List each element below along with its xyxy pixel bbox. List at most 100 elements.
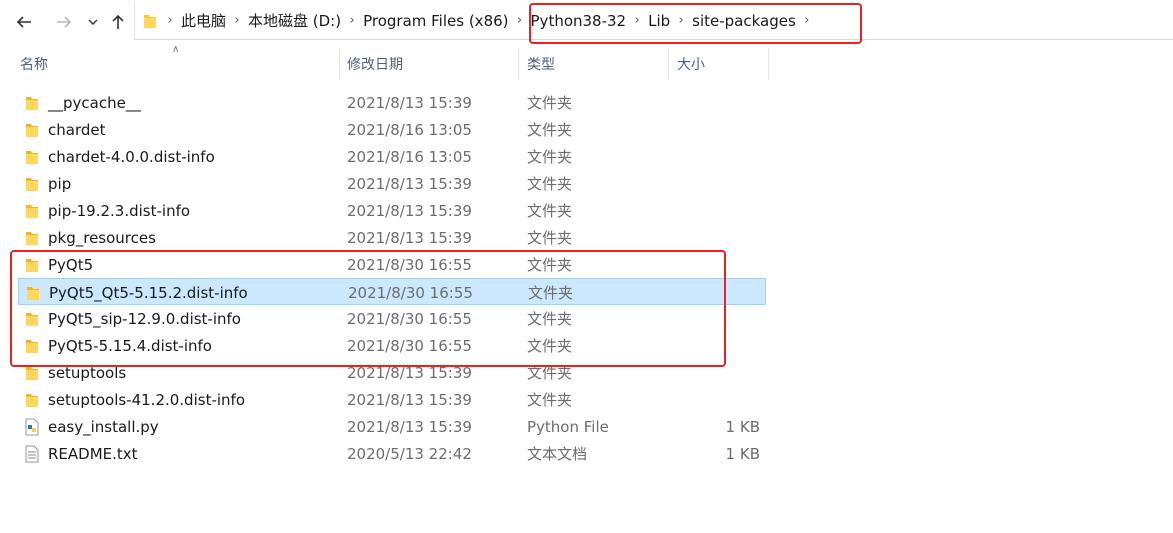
file-row[interactable]: README.txt 2020/5/13 22:42 文本文档 1 KB bbox=[18, 440, 766, 467]
breadcrumb-item-lib[interactable]: Lib bbox=[648, 6, 670, 36]
file-type: Python File bbox=[527, 417, 609, 436]
file-date: 2021/8/13 15:39 bbox=[347, 417, 472, 436]
file-date: 2021/8/30 16:55 bbox=[348, 283, 473, 302]
breadcrumb-item-local-disk[interactable]: 本地磁盘 (D:) bbox=[248, 6, 341, 36]
folder-icon bbox=[22, 197, 42, 224]
file-name[interactable]: setuptools-41.2.0.dist-info bbox=[48, 386, 245, 413]
file-name[interactable]: PyQt5_Qt5-5.15.2.dist-info bbox=[49, 279, 248, 306]
breadcrumb-item-site-packages[interactable]: site-packages bbox=[692, 6, 796, 36]
chevron-right-icon[interactable]: › bbox=[509, 13, 531, 28]
file-row[interactable]: pkg_resources 2021/8/13 15:39 文件夹 bbox=[18, 224, 766, 251]
breadcrumb-item-program-files[interactable]: Program Files (x86) bbox=[363, 6, 508, 36]
folder-icon bbox=[22, 224, 42, 251]
file-row[interactable]: PyQt5_Qt5-5.15.2.dist-info 2021/8/30 16:5… bbox=[18, 278, 766, 305]
column-divider[interactable] bbox=[768, 48, 769, 80]
chevron-right-icon[interactable]: › bbox=[796, 13, 818, 28]
file-date: 2021/8/13 15:39 bbox=[347, 174, 472, 193]
file-name[interactable]: README.txt bbox=[48, 440, 138, 467]
file-name[interactable]: PyQt5-5.15.4.dist-info bbox=[48, 332, 212, 359]
file-type: 文件夹 bbox=[527, 364, 573, 382]
breadcrumb-folder-icon bbox=[143, 6, 159, 36]
file-type: 文件夹 bbox=[527, 148, 573, 166]
file-row[interactable]: setuptools 2021/8/13 15:39 文件夹 bbox=[18, 359, 766, 386]
column-header-size[interactable]: 大小 bbox=[677, 46, 767, 82]
folder-icon bbox=[22, 386, 42, 413]
file-date: 2021/8/13 15:39 bbox=[347, 228, 472, 247]
column-header-date[interactable]: 修改日期 bbox=[347, 46, 517, 82]
file-size bbox=[618, 359, 760, 386]
file-date: 2021/8/16 13:05 bbox=[347, 147, 472, 166]
file-row[interactable]: easy_install.py 2021/8/13 15:39 Python Fil… bbox=[18, 413, 766, 440]
file-row[interactable]: setuptools-41.2.0.dist-info 2021/8/13 15:… bbox=[18, 386, 766, 413]
python-file-icon bbox=[22, 413, 42, 440]
breadcrumb-item-this-pc[interactable]: 此电脑 bbox=[181, 6, 226, 36]
file-size bbox=[618, 197, 760, 224]
file-size bbox=[618, 143, 760, 170]
file-type: 文本文档 bbox=[527, 445, 588, 463]
file-type: 文件夹 bbox=[527, 94, 573, 112]
file-size bbox=[618, 251, 760, 278]
chevron-right-icon[interactable]: › bbox=[341, 13, 363, 28]
file-size bbox=[619, 279, 761, 306]
file-date: 2021/8/30 16:55 bbox=[347, 255, 472, 274]
arrow-up-icon bbox=[112, 14, 124, 29]
file-name[interactable]: pip bbox=[48, 170, 71, 197]
file-row[interactable]: chardet-4.0.0.dist-info 2021/8/16 13:05 文件… bbox=[18, 143, 766, 170]
file-name[interactable]: chardet bbox=[48, 116, 105, 143]
back-button[interactable] bbox=[10, 8, 38, 36]
file-row[interactable]: __pycache__ 2021/8/13 15:39 文件夹 bbox=[18, 89, 766, 116]
folder-icon bbox=[22, 332, 42, 359]
chevron-right-icon[interactable]: › bbox=[159, 13, 181, 28]
file-type: 文件夹 bbox=[527, 256, 573, 274]
file-name[interactable]: pkg_resources bbox=[48, 224, 156, 251]
file-size: 1 KB bbox=[725, 417, 760, 436]
chevron-right-icon[interactable]: › bbox=[626, 13, 648, 28]
file-name[interactable]: PyQt5_sip-12.9.0.dist-info bbox=[48, 305, 241, 332]
file-name[interactable]: easy_install.py bbox=[48, 413, 159, 440]
file-date: 2021/8/30 16:55 bbox=[347, 309, 472, 328]
file-size bbox=[618, 332, 760, 359]
recent-locations-button[interactable] bbox=[84, 8, 102, 36]
file-date: 2020/5/13 22:42 bbox=[347, 444, 472, 463]
file-date: 2021/8/13 15:39 bbox=[347, 363, 472, 382]
folder-icon bbox=[144, 14, 156, 28]
file-name[interactable]: chardet-4.0.0.dist-info bbox=[48, 143, 215, 170]
file-type: 文件夹 bbox=[527, 121, 573, 139]
address-bar[interactable]: › 此电脑 › 本地磁盘 (D:) › Program Files (x86) … bbox=[134, 2, 1173, 40]
file-type: 文件夹 bbox=[527, 175, 573, 193]
file-type: 文件夹 bbox=[527, 310, 573, 328]
column-divider[interactable] bbox=[668, 48, 669, 80]
file-list: __pycache__ 2021/8/13 15:39 文件夹 chardet 2021… bbox=[18, 89, 766, 467]
file-type: 文件夹 bbox=[527, 229, 573, 247]
column-header-name[interactable]: 名称 bbox=[20, 46, 338, 82]
up-button[interactable] bbox=[104, 8, 132, 36]
breadcrumb-item-python[interactable]: Python38-32 bbox=[531, 6, 627, 36]
file-row[interactable]: PyQt5_sip-12.9.0.dist-info 2021/8/30 16:5… bbox=[18, 305, 766, 332]
file-type: 文件夹 bbox=[527, 391, 573, 409]
file-name[interactable]: setuptools bbox=[48, 359, 126, 386]
file-type: 文件夹 bbox=[527, 202, 573, 220]
folder-icon bbox=[23, 279, 43, 306]
arrow-left-icon bbox=[16, 16, 31, 28]
column-header-type[interactable]: 类型 bbox=[527, 46, 667, 82]
column-divider[interactable] bbox=[339, 48, 340, 80]
chevron-down-icon bbox=[88, 19, 98, 25]
file-name[interactable]: __pycache__ bbox=[48, 89, 141, 116]
forward-button[interactable] bbox=[50, 8, 78, 36]
file-name[interactable]: pip-19.2.3.dist-info bbox=[48, 197, 190, 224]
folder-icon bbox=[22, 89, 42, 116]
file-name[interactable]: PyQt5 bbox=[48, 251, 93, 278]
file-date: 2021/8/13 15:39 bbox=[347, 93, 472, 112]
file-row[interactable]: PyQt5 2021/8/30 16:55 文件夹 bbox=[18, 251, 766, 278]
chevron-right-icon[interactable]: › bbox=[226, 13, 248, 28]
file-row[interactable]: PyQt5-5.15.4.dist-info 2021/8/30 16:55 文件夹 bbox=[18, 332, 766, 359]
file-row[interactable]: chardet 2021/8/16 13:05 文件夹 bbox=[18, 116, 766, 143]
file-row[interactable]: pip-19.2.3.dist-info 2021/8/13 15:39 文件夹 bbox=[18, 197, 766, 224]
navigation-bar: › 此电脑 › 本地磁盘 (D:) › Program Files (x86) … bbox=[0, 0, 1173, 44]
file-row[interactable]: pip 2021/8/13 15:39 文件夹 bbox=[18, 170, 766, 197]
chevron-right-icon[interactable]: › bbox=[670, 13, 692, 28]
column-divider[interactable] bbox=[518, 48, 519, 80]
file-type: 文件夹 bbox=[528, 284, 574, 302]
file-type: 文件夹 bbox=[527, 337, 573, 355]
file-size bbox=[618, 170, 760, 197]
